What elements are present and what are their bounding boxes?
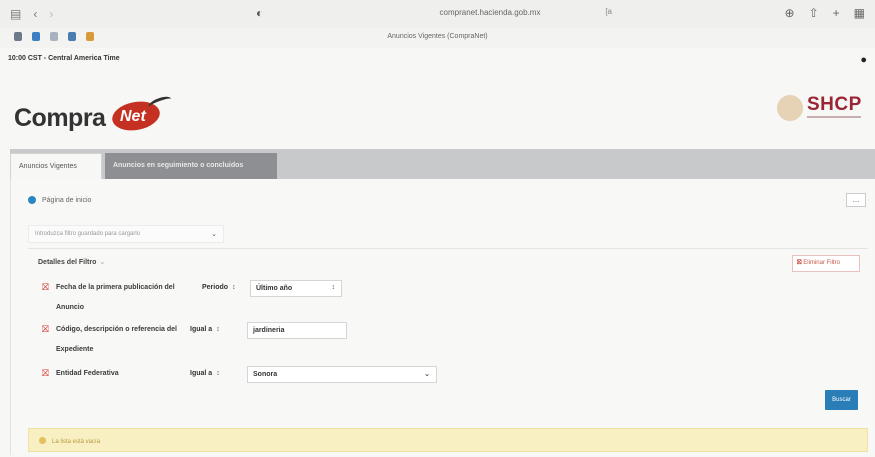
alert-text: La lista está vacía bbox=[52, 439, 101, 445]
filter-details-title[interactable]: Detalles del Filtro ⌄ bbox=[38, 258, 105, 266]
tab-anuncios-vigentes[interactable]: Anuncios Vigentes bbox=[10, 153, 102, 179]
address-bar[interactable]: compranet.hacienda.gob.mx [a bbox=[360, 7, 620, 17]
saved-filter-placeholder: Introduzca filtro guardado para cargarlo bbox=[35, 231, 141, 237]
operator-select[interactable]: Igual a ↕ bbox=[186, 367, 224, 380]
tabs-overview-icon[interactable]: ▦ bbox=[854, 6, 865, 20]
filter-icon[interactable]: ⛝ bbox=[42, 282, 49, 293]
shcp-seal-icon bbox=[777, 95, 803, 121]
keyword-input[interactable]: jardineria bbox=[247, 322, 347, 339]
filter-row-fecha: ⛝ Fecha de la primera publicación del An… bbox=[38, 280, 868, 311]
shcp-text: SHCP bbox=[807, 94, 862, 115]
saved-filter-select[interactable]: Introduzca filtro guardado para cargarlo… bbox=[28, 225, 224, 243]
empty-list-alert: La lista está vacía bbox=[28, 428, 868, 452]
tab-anuncios-seguimiento[interactable]: Anuncios en seguimiento o concluidos bbox=[105, 153, 277, 179]
favorites-bar: Anuncios Vigentes (CompraNet) bbox=[0, 28, 875, 48]
download-icon[interactable]: ⊕ bbox=[785, 6, 795, 20]
value-select[interactable]: Último año ↕ bbox=[250, 280, 342, 297]
breadcrumb-home-link[interactable]: Página de inicio bbox=[42, 197, 91, 204]
filter-icon[interactable]: ⛝ bbox=[42, 324, 49, 335]
user-icon[interactable]: ● bbox=[860, 54, 867, 66]
chevron-down-icon: ⌄ bbox=[211, 231, 217, 238]
status-strip: 10:00 CST - Central America Time ● bbox=[0, 48, 875, 72]
filter-row-codigo: ⛝ Código, descripción o referencia del E… bbox=[38, 322, 868, 353]
remove-filter-label: Eliminar Filtro bbox=[803, 260, 840, 266]
operator-select[interactable]: Igual a ↕ bbox=[186, 323, 224, 336]
home-dot-icon bbox=[28, 196, 36, 204]
filter-title-text: Detalles del Filtro bbox=[38, 259, 97, 266]
operator-select[interactable]: Periodo ↕ bbox=[198, 281, 240, 294]
new-tab-icon[interactable]: + bbox=[833, 6, 840, 20]
breadcrumb: Página de inicio bbox=[28, 196, 91, 204]
remove-filter-button[interactable]: ⛝ Eliminar Filtro bbox=[792, 255, 860, 272]
browser-toolbar: ▤ ‹ › ◐ compranet.hacienda.gob.mx [a ⊕ ⇧… bbox=[0, 0, 875, 28]
back-icon[interactable]: ‹ bbox=[33, 7, 37, 21]
state-select[interactable]: Sonora ⌄ bbox=[247, 366, 437, 383]
search-button[interactable]: Buscar bbox=[825, 390, 858, 410]
filter-row-entidad: ⛝ Entidad Federativa Igual a ↕ Sonora ⌄ bbox=[38, 366, 868, 390]
browser-tab-title[interactable]: Anuncios Vigentes (CompraNet) bbox=[0, 33, 875, 40]
shcp-logo: SHCP bbox=[777, 92, 867, 124]
filter-icon[interactable]: ⛝ bbox=[42, 368, 49, 379]
privacy-shield-icon[interactable]: ◐ bbox=[256, 6, 263, 20]
share-icon[interactable]: ⇧ bbox=[809, 6, 819, 20]
filter-label: Fecha de la primera publicación del Anun… bbox=[56, 284, 175, 311]
url-text: compranet.hacienda.gob.mx bbox=[439, 8, 541, 17]
compranet-logo[interactable]: Compra Net bbox=[14, 94, 174, 136]
filter-label: Entidad Federativa bbox=[56, 370, 119, 377]
tab-bar: Anuncios Vigentes Anuncios en seguimient… bbox=[10, 149, 875, 179]
filter-label: Código, descripción o referencia del Exp… bbox=[56, 326, 177, 353]
collapse-icon[interactable]: ⌄ bbox=[99, 259, 105, 266]
warning-icon bbox=[39, 437, 46, 444]
more-options-button[interactable]: ... bbox=[846, 193, 866, 207]
logo-net-text: Net bbox=[120, 108, 146, 125]
remove-filter-icon: ⛝ bbox=[797, 260, 802, 266]
forward-icon[interactable]: › bbox=[49, 7, 53, 21]
time-zone-label: 10:00 CST - Central America Time bbox=[8, 55, 120, 62]
reader-icon[interactable]: [a bbox=[605, 7, 612, 16]
logo-net-mark: Net bbox=[109, 94, 173, 134]
logo-compra-text: Compra bbox=[14, 104, 106, 132]
sidebar-toggle-icon[interactable]: ▤ bbox=[10, 7, 21, 21]
